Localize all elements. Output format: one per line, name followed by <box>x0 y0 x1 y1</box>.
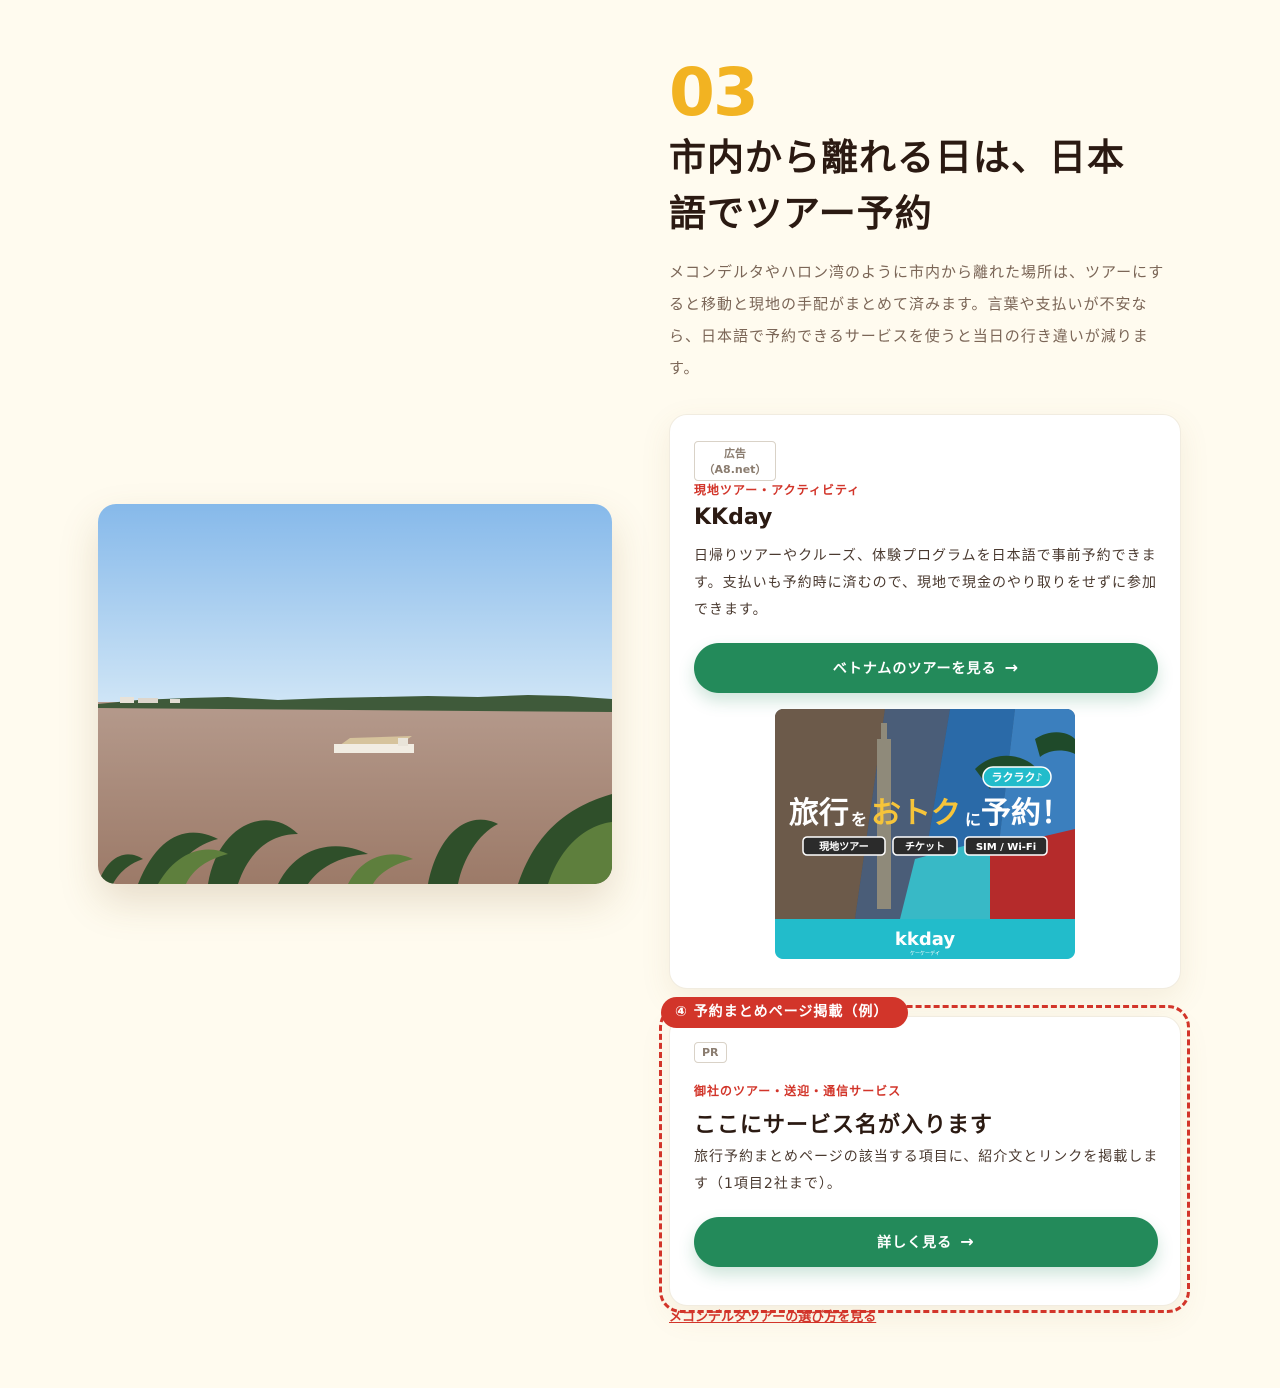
ad-title: KKday <box>694 505 773 530</box>
section-heading: 市内から離れる日は、日本 語でツアー予約 <box>669 130 1189 242</box>
ad-badge: 広告（A8.net） <box>694 441 776 481</box>
section-heading-line2: 語でツアー予約 <box>669 192 933 235</box>
kkday-ad-card: 広告（A8.net） 現地ツアー・アクティビティ KKday 日帰りツアーやクル… <box>669 414 1181 989</box>
banner-headline-e: 予約！ <box>981 796 1071 831</box>
banner-headline-d: に <box>965 810 981 829</box>
kkday-banner[interactable]: ラクラク♪ 旅行 を おトク に 予約！ 現地ツアー チケット SIM / Wi… <box>775 709 1075 959</box>
section-heading-line1: 市内から離れる日は、日本 <box>669 136 1125 179</box>
ad-description: 日帰りツアーやクルーズ、体験プログラムを日本語で事前予約できます。支払いも予約時… <box>694 548 1158 618</box>
banner-pill-2: チケット <box>905 841 945 853</box>
ad-category: 現地ツアー・アクティビティ <box>694 483 861 497</box>
kkday-logo-sub: ケーケーデイ <box>910 950 940 957</box>
banner-pill-1: 現地ツアー <box>819 840 868 853</box>
view-vietnam-tours-button[interactable]: ベトナムのツアーを見る → <box>694 643 1158 693</box>
banner-headline-a: 旅行 <box>789 796 849 831</box>
view-vietnam-tours-label: ベトナムのツアーを見る <box>832 661 997 677</box>
mekong-tour-guide-link[interactable]: メコンデルタツアーの選び方を見る <box>669 1306 876 1325</box>
banner-pill-3: SIM / Wi-Fi <box>976 842 1036 853</box>
step-number: 03 <box>669 54 759 131</box>
banner-headline-c: おトク <box>871 796 961 831</box>
river-photo <box>98 504 612 884</box>
example-placement-label: ④ 予約まとめページ掲載（例） <box>661 997 908 1028</box>
banner-headline-b: を <box>851 810 867 829</box>
kkday-logo: kkday <box>895 929 955 950</box>
arrow-right-icon: → <box>1004 658 1020 677</box>
section-lead: メコンデルタやハロン湾のように市内から離れた場所は、ツアーにすると移動と現地の手… <box>669 263 1165 377</box>
banner-bubble: ラクラク♪ <box>991 771 1042 784</box>
example-dashed-outline <box>659 1005 1190 1313</box>
